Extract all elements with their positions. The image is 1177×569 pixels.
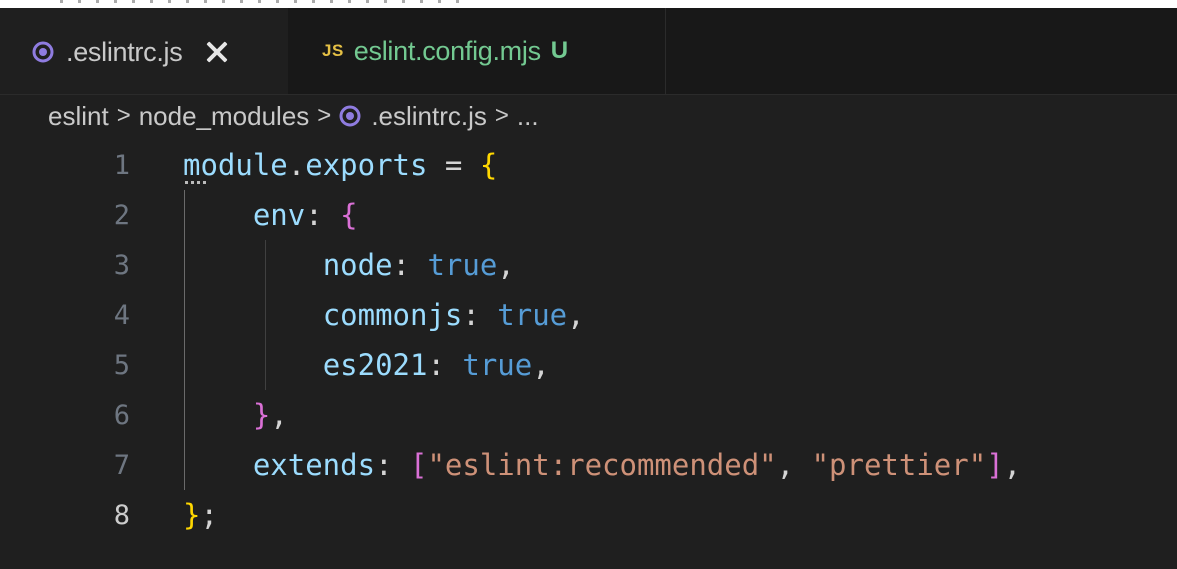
code-text: }; <box>183 498 218 532</box>
code-text: extends: ["eslint:recommended", "prettie… <box>183 448 1021 482</box>
code-text: module.exports = { <box>183 148 497 182</box>
code-line[interactable]: 8}; <box>0 490 1177 540</box>
code-token: extends <box>252 448 376 482</box>
code-token: ] <box>986 448 1004 482</box>
tab-bar: .eslintrc.js JS eslint.config.mjs U <box>0 8 1177 95</box>
breadcrumb: eslint > node_modules > .eslintrc.js > .… <box>0 94 1177 138</box>
javascript-icon: JS <box>322 41 344 60</box>
chevron-right-icon: > <box>494 102 509 129</box>
eslint-icon <box>339 105 361 127</box>
code-line[interactable]: 1 module.exports = { <box>0 140 1177 190</box>
code-line[interactable]: 3 node: true, <box>0 240 1177 290</box>
code-text: es2021: true, <box>183 348 550 382</box>
code-token: es2021 <box>322 348 428 382</box>
code-token: module <box>183 148 288 182</box>
breadcrumb-item-node-modules[interactable]: node_modules <box>139 101 310 132</box>
code-token: = <box>427 148 480 182</box>
code-token: exports <box>305 148 428 182</box>
code-line[interactable]: 7 extends: ["eslint:recommended", "prett… <box>0 440 1177 490</box>
code-token: true <box>497 298 568 332</box>
code-token: : <box>427 348 463 382</box>
code-line[interactable]: 2 env: { <box>0 190 1177 240</box>
line-number: 6 <box>113 399 130 431</box>
line-number: 1 <box>113 149 130 181</box>
line-number: 8 <box>113 499 130 531</box>
code-token: env <box>252 198 306 232</box>
line-number: 3 <box>113 249 130 281</box>
code-token: { <box>340 198 358 232</box>
line-number: 2 <box>113 199 130 231</box>
code-line[interactable]: 5 es2021: true, <box>0 340 1177 390</box>
code-token: : <box>392 248 428 282</box>
code-token: , <box>270 398 288 432</box>
code-token: node <box>322 248 393 282</box>
breadcrumb-item-symbols[interactable]: ... <box>517 101 539 132</box>
untracked-badge: U <box>550 37 569 64</box>
code-line[interactable]: 6 }, <box>0 390 1177 440</box>
code-token: : <box>305 198 341 232</box>
code-token: true <box>462 348 533 382</box>
line-number: 5 <box>113 349 130 381</box>
code-token: [ <box>409 448 428 482</box>
line-number: 4 <box>113 299 130 331</box>
close-icon[interactable] <box>204 39 230 65</box>
code-token: , <box>532 348 550 382</box>
code-token: , <box>497 248 515 282</box>
code-token: } <box>252 398 271 432</box>
suggestion-marker <box>185 181 209 184</box>
chevron-right-icon: > <box>317 102 332 129</box>
code-token: } <box>183 498 201 532</box>
top-strip-fragment <box>60 0 460 3</box>
code-text: commonjs: true, <box>183 298 585 332</box>
code-text: env: { <box>183 198 358 232</box>
code-line[interactable]: 4 commonjs: true, <box>0 290 1177 340</box>
line-number: 7 <box>113 449 130 481</box>
tab-eslint-config[interactable]: JS eslint.config.mjs U <box>288 8 666 94</box>
top-strip <box>0 0 1177 8</box>
tab-eslintrc[interactable]: .eslintrc.js <box>0 8 288 94</box>
tab-label: eslint.config.mjs <box>353 35 541 66</box>
code-text: node: true, <box>183 248 515 282</box>
chevron-right-icon: > <box>116 102 131 129</box>
code-text: }, <box>183 398 288 432</box>
code-token: true <box>427 248 498 282</box>
code-token: . <box>287 148 306 182</box>
code-token: , <box>1003 448 1022 482</box>
code-token: commonjs <box>322 298 463 332</box>
code-token: "prettier" <box>811 448 987 482</box>
code-token: , <box>567 298 585 332</box>
code-token: { <box>479 148 498 182</box>
code-token: "eslint:recommended" <box>427 448 777 482</box>
code-editor[interactable]: 1 module.exports = {2 env: {3 node: true,… <box>0 140 1177 569</box>
breadcrumb-item-file[interactable]: .eslintrc.js <box>371 101 487 132</box>
eslint-icon <box>32 41 54 63</box>
code-token: ; <box>200 498 218 532</box>
tab-label: .eslintrc.js <box>66 36 183 67</box>
code-token: : <box>462 298 498 332</box>
code-token: : <box>375 448 410 482</box>
breadcrumb-item-eslint[interactable]: eslint <box>48 101 109 132</box>
code-token: , <box>776 448 812 482</box>
